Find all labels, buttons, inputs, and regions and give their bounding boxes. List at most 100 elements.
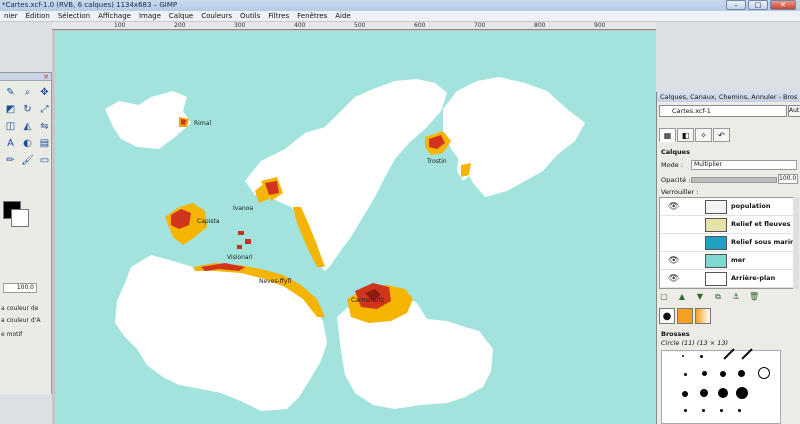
zoom-tool-icon[interactable]: ⌕ [20,85,35,100]
bucket-tool-icon[interactable]: ◐ [20,136,35,151]
menu-windows[interactable]: Fenêtres [293,11,331,21]
brush-item[interactable] [702,371,707,376]
lower-layer-icon[interactable]: ▼ [695,292,705,302]
opacity-value[interactable]: 100.0 [778,174,798,184]
menu-file[interactable]: nier [0,11,22,21]
map-canvas[interactable]: Rimal Ivanoa Capista Visionari Neves-ffy… [55,31,656,424]
brush-swatch-icon[interactable]: ● [659,308,675,324]
tab-paths-icon[interactable]: ✧ [695,128,712,142]
minimize-button[interactable]: – [726,0,746,10]
flip-tool-icon[interactable]: ⇋ [37,119,52,134]
layer-row[interactable]: Relief et fleuves [660,216,795,234]
auto-button[interactable]: Aut [788,105,800,117]
menu-filters[interactable]: Filtres [264,11,293,21]
tool-grid: ✎ ⌕ ✥ ◩ ↻ ⤢ ◫ ◭ ⇋ A ◐ ▤ ✏ 🖌 ▭ [0,81,51,172]
color-swatches[interactable] [3,201,47,245]
shear-tool-icon[interactable]: ◫ [3,119,18,134]
maximize-button[interactable]: □ [748,0,768,10]
horizontal-ruler[interactable]: 100 200 300 400 500 600 700 800 900 [52,22,656,30]
opacity-label: Opacité : [661,176,691,184]
menu-select[interactable]: Sélection [54,11,94,21]
eye-icon[interactable]: 👁 [668,274,679,284]
image-selector[interactable]: Cartes.xcf-1 [659,105,787,117]
window-title: *Cartes.xcf-1.0 (RVB, 6 calques) 1134x68… [2,1,178,9]
dock-tabs: ▦ ◧ ✧ ↶ [659,128,730,142]
gradient-tool-icon[interactable]: ▤ [37,136,52,151]
toolbox-close-icon[interactable]: ✕ [43,73,49,81]
islet [238,231,244,235]
brush-item[interactable] [684,373,687,376]
menu-colors[interactable]: Couleurs [197,11,236,21]
rotate-tool-icon[interactable]: ↻ [20,102,35,117]
brush-item[interactable] [684,409,687,412]
layer-thumbnail [705,200,727,214]
brush-grid[interactable] [661,348,781,424]
perspective-tool-icon[interactable]: ◭ [20,119,35,134]
tool-option-text: e motif [1,331,23,338]
brush-item[interactable] [682,355,684,357]
raise-layer-icon[interactable]: ▲ [677,292,687,302]
text-tool-icon[interactable]: A [3,136,18,151]
gradient-swatch[interactable] [695,308,711,324]
path-tool-icon[interactable]: ✎ [3,85,18,100]
close-button[interactable]: ✕ [770,0,796,10]
new-layer-icon[interactable]: ▢ [659,292,669,302]
eye-icon[interactable]: 👁 [668,202,679,212]
pencil-tool-icon[interactable]: ✏ [3,153,18,168]
brush-item[interactable] [682,391,688,397]
layer-name: Relief sous marin [731,238,795,246]
opacity-slider[interactable] [691,177,777,183]
layers-dock: Calques, Canaux, Chemins, Annuler - Bros… [656,92,800,424]
brush-item[interactable] [738,370,745,377]
menu-help[interactable]: Aide [331,11,354,21]
islet [237,245,242,249]
move-tool-icon[interactable]: ✥ [37,85,52,100]
menu-edit[interactable]: Édition [22,11,54,21]
ruler-tick: 600 [414,22,426,29]
delete-layer-icon[interactable]: 🗑 [749,292,759,302]
brush-item[interactable] [720,371,726,377]
ruler-tick: 200 [174,22,186,29]
background-color[interactable] [11,209,29,227]
brush-item[interactable] [720,409,723,412]
duplicate-layer-icon[interactable]: ⧉ [713,292,723,302]
pattern-swatch[interactable] [677,308,693,324]
tab-layers-icon[interactable]: ▦ [659,128,676,142]
window-titlebar: *Cartes.xcf-1.0 (RVB, 6 calques) 1134x68… [0,0,800,11]
layer-row[interactable]: Relief sous marin [660,234,795,252]
eye-icon[interactable]: 👁 [668,256,679,266]
canvas-area[interactable]: 100 200 300 400 500 600 700 800 900 Rima… [52,22,656,424]
label-rimal: Rimal [194,120,211,127]
layer-thumbnail [705,218,727,232]
brush-selected[interactable] [758,367,770,379]
menu-view[interactable]: Affichage [94,11,135,21]
menu-image[interactable]: Image [135,11,165,21]
eraser-tool-icon[interactable]: ▭ [37,153,52,168]
lock-label: Verrouiller : [661,188,699,196]
menu-tools[interactable]: Outils [236,11,264,21]
crop-tool-icon[interactable]: ◩ [3,102,18,117]
menu-layer[interactable]: Calque [165,11,197,21]
scale-tool-icon[interactable]: ⤢ [37,102,52,117]
layer-row[interactable]: 👁 population [660,198,795,216]
brush-item[interactable] [700,355,703,358]
brush-item[interactable] [738,409,741,412]
brush-item[interactable] [736,387,748,399]
tool-option-text: a couleur de [1,305,39,312]
brush-item[interactable] [718,388,728,398]
layer-row[interactable]: 👁 Arrière-plan [660,270,795,288]
tool-opacity-field[interactable]: 100.0 [3,283,37,293]
layers-scrollbar[interactable] [793,197,799,289]
brush-item[interactable] [723,348,735,360]
tab-channels-icon[interactable]: ◧ [677,128,694,142]
brush-item[interactable] [741,348,753,360]
tab-undo-icon[interactable]: ↶ [713,128,730,142]
layer-thumbnail [705,272,727,286]
anchor-layer-icon[interactable]: ⚓ [731,292,741,302]
mode-select[interactable]: Multiplier [691,160,797,170]
brush-item[interactable] [702,409,705,412]
brush-item[interactable] [700,389,708,397]
brush-tool-icon[interactable]: 🖌 [20,153,35,168]
layers-list[interactable]: 👁 population Relief et fleuves Relief so… [659,197,795,289]
layer-row[interactable]: 👁 mer [660,252,795,270]
